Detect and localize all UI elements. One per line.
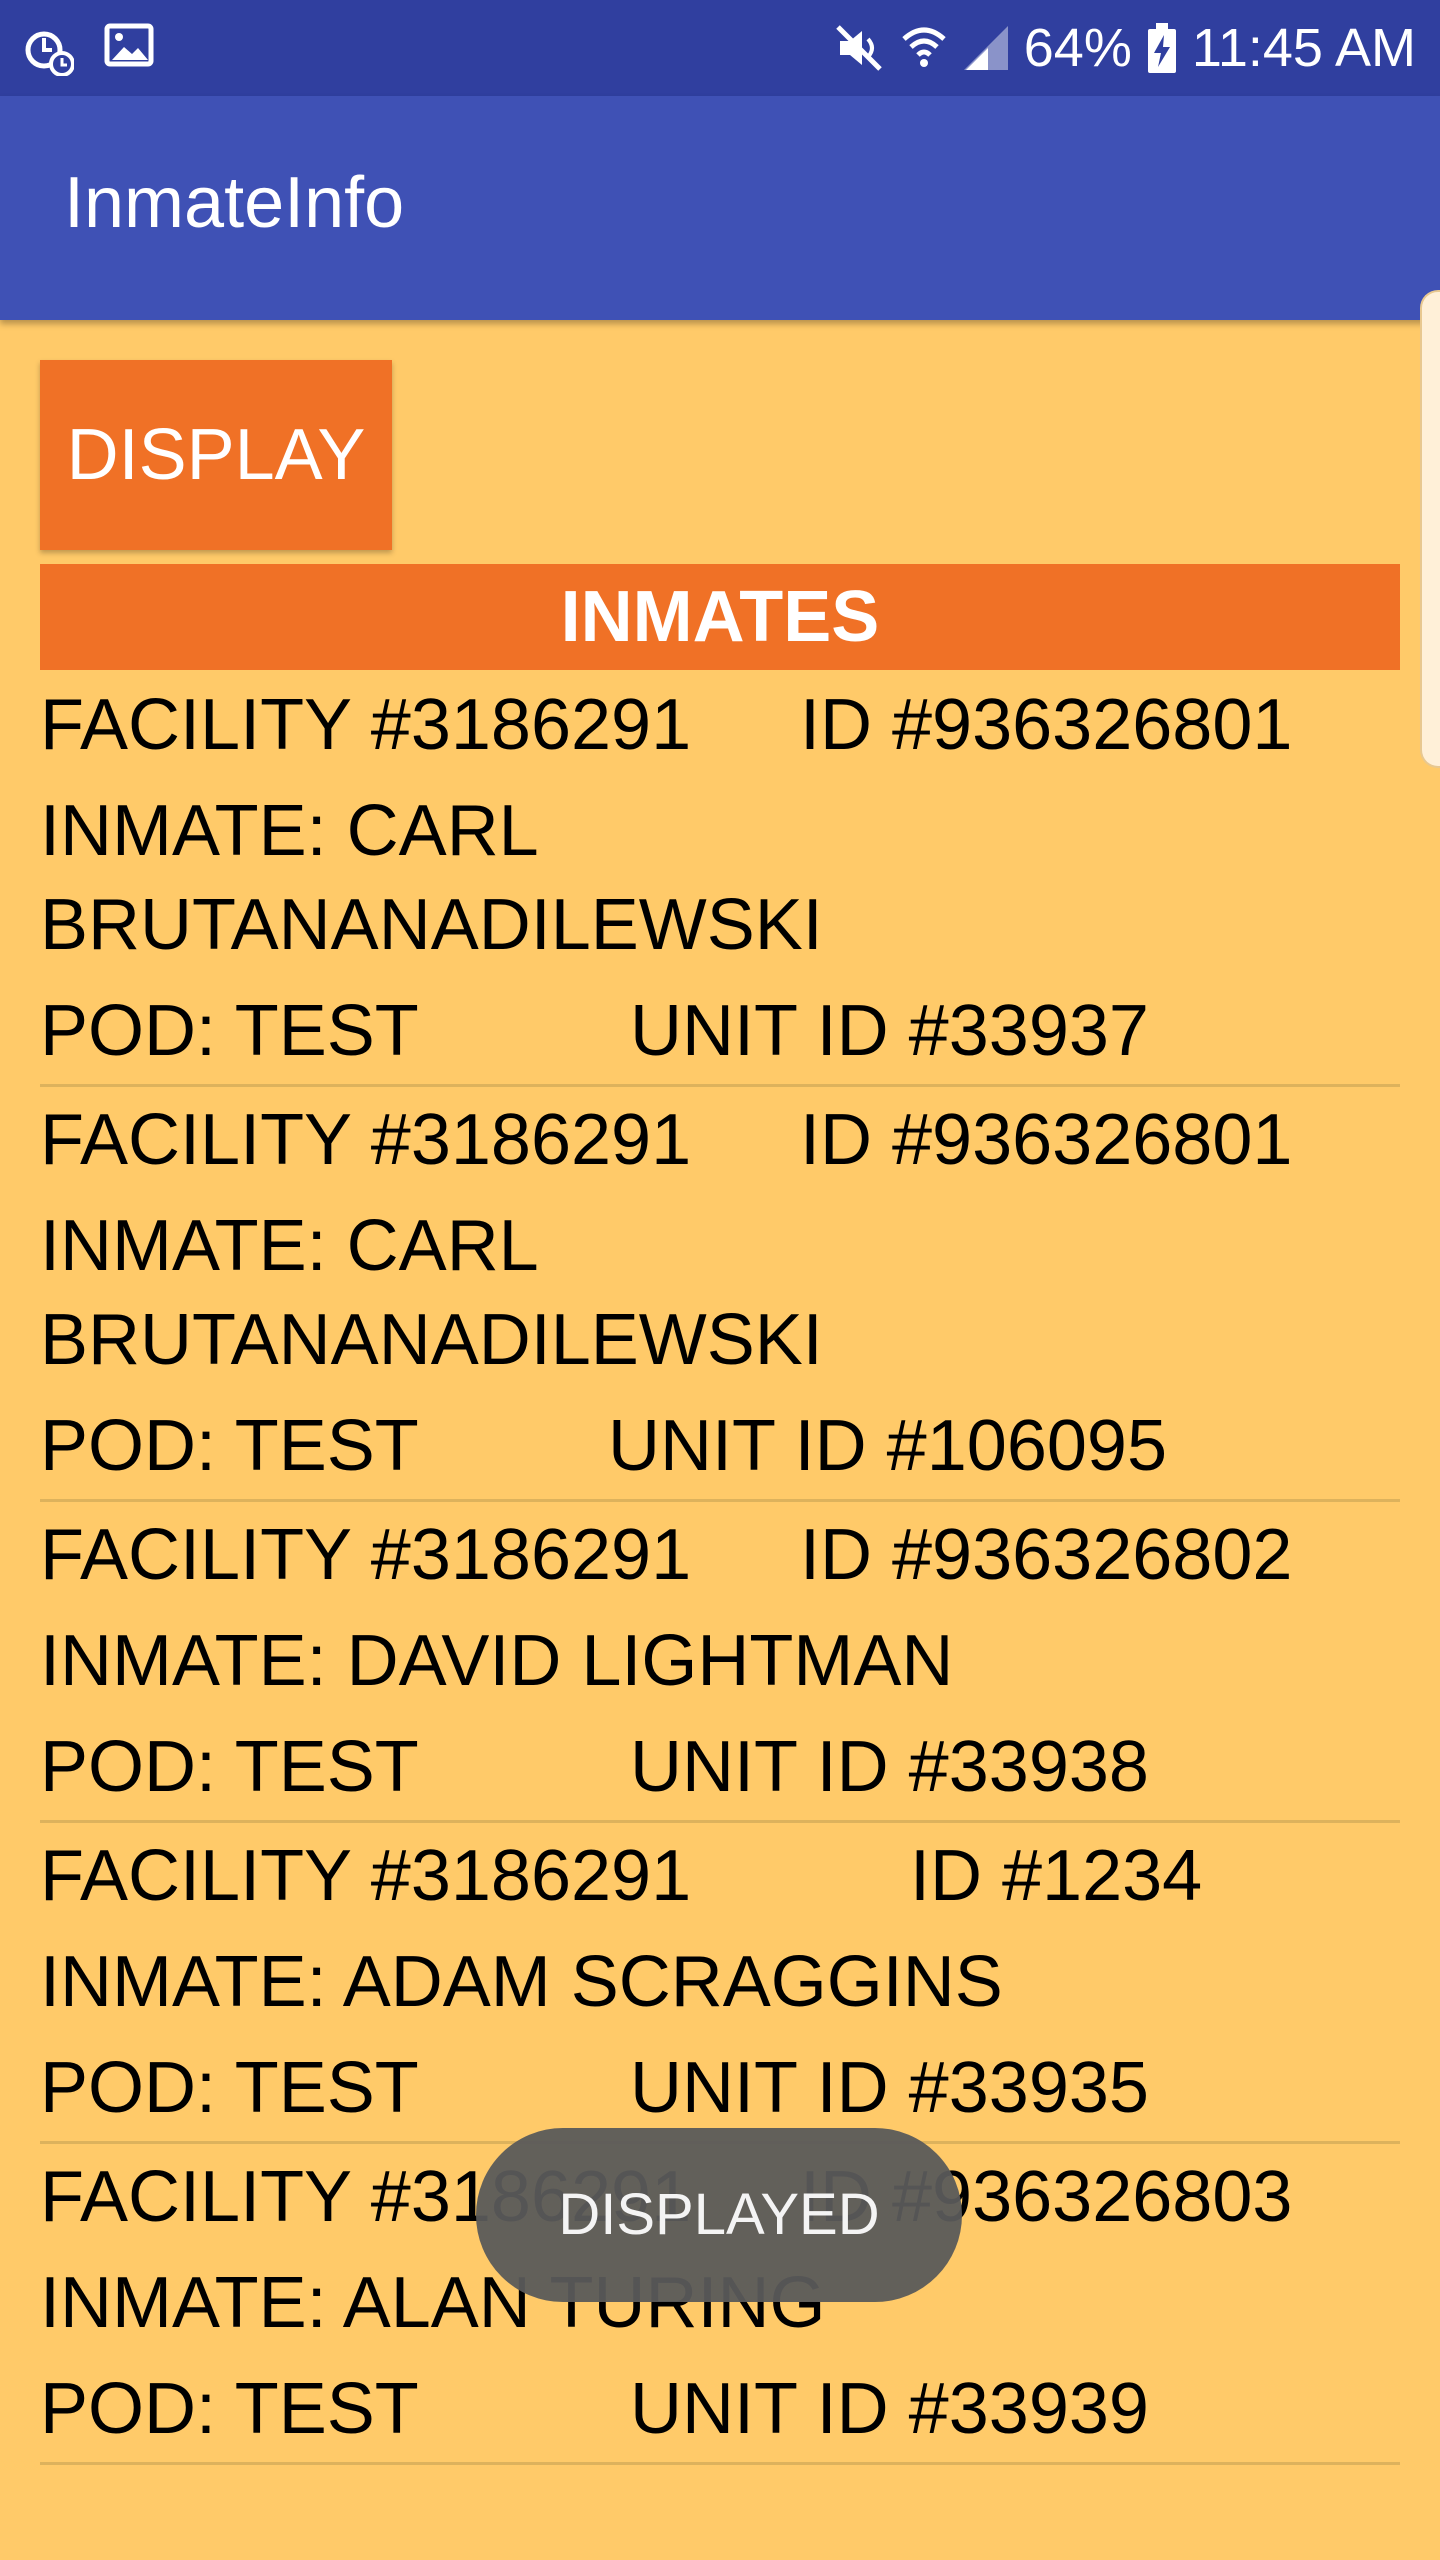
facility-row: FACILITY #3186291 ID #936326801 bbox=[40, 1087, 1400, 1193]
pod: POD: TEST bbox=[40, 1727, 419, 1807]
alarm-icon bbox=[24, 20, 74, 76]
facility-number: FACILITY #3186291 bbox=[40, 1836, 692, 1916]
unit-id: UNIT ID #33939 bbox=[630, 2369, 1149, 2449]
unit-id: UNIT ID #33935 bbox=[630, 2048, 1149, 2128]
status-bar: 64% 11:45 AM bbox=[0, 0, 1440, 96]
list-item[interactable]: FACILITY #3186291 ID #936326802 INMATE: … bbox=[40, 1502, 1400, 1823]
scroll-indicator[interactable] bbox=[1420, 290, 1440, 768]
unit-id: UNIT ID #33937 bbox=[630, 991, 1149, 1071]
app-title: InmateInfo bbox=[64, 163, 405, 243]
facility-row: FACILITY #3186291 ID #1234 bbox=[40, 1823, 1400, 1929]
image-icon bbox=[104, 20, 154, 76]
facility-number: FACILITY #3186291 bbox=[40, 1100, 692, 1180]
inmate-id: ID #1234 bbox=[910, 1836, 1203, 1916]
inmate-id: ID #936326801 bbox=[800, 685, 1293, 765]
status-left-icons bbox=[24, 20, 154, 76]
pod: POD: TEST bbox=[40, 991, 419, 1071]
inmate-name: INMATE: CARL BRUTANANADILEWSKI bbox=[40, 791, 823, 965]
pod: POD: TEST bbox=[40, 2048, 419, 2128]
facility-number: FACILITY #3186291 bbox=[40, 1515, 692, 1595]
display-button[interactable]: DISPLAY bbox=[40, 360, 392, 550]
wifi-icon bbox=[900, 21, 948, 75]
pod-row: POD: TEST UNIT ID #106095 bbox=[40, 1393, 1400, 1499]
list-item[interactable]: FACILITY #3186291 ID #936326801 INMATE: … bbox=[40, 672, 1400, 1087]
inmate-id: ID #936326802 bbox=[800, 1515, 1293, 1595]
unit-id: UNIT ID #106095 bbox=[608, 1406, 1167, 1486]
inmate-id: ID #936326801 bbox=[800, 1100, 1293, 1180]
status-right-icons: 64% 11:45 AM bbox=[832, 10, 1416, 86]
battery-percent: 64% bbox=[1023, 18, 1132, 78]
facility-row: FACILITY #3186291 ID #936326801 bbox=[40, 672, 1400, 778]
signal-icon bbox=[962, 24, 1010, 72]
inmate-name: INMATE: DAVID LIGHTMAN bbox=[40, 1621, 954, 1701]
pod-row: POD: TEST UNIT ID #33935 bbox=[40, 2035, 1400, 2141]
list-item[interactable]: FACILITY #3186291 ID #1234 INMATE: ADAM … bbox=[40, 1823, 1400, 2144]
list-item[interactable]: FACILITY #3186291 ID #936326801 INMATE: … bbox=[40, 1087, 1400, 1502]
pod-row: POD: TEST UNIT ID #33937 bbox=[40, 978, 1400, 1084]
mute-icon bbox=[832, 21, 886, 75]
inmates-header: INMATES bbox=[40, 564, 1400, 670]
pod-row: POD: TEST UNIT ID #33938 bbox=[40, 1714, 1400, 1820]
facility-row: FACILITY #3186291 ID #936326802 bbox=[40, 1502, 1400, 1608]
toast-message: DISPLAYED bbox=[476, 2128, 962, 2302]
inmate-name: INMATE: CARL BRUTANANADILEWSKI bbox=[40, 1206, 823, 1380]
pod: POD: TEST bbox=[40, 1406, 419, 1486]
facility-number: FACILITY #3186291 bbox=[40, 685, 692, 765]
inmate-name: INMATE: ADAM SCRAGGINS bbox=[40, 1942, 1003, 2022]
unit-id: UNIT ID #33938 bbox=[630, 1727, 1149, 1807]
pod: POD: TEST bbox=[40, 2369, 419, 2449]
clock: 11:45 AM bbox=[1191, 18, 1416, 78]
app-bar: InmateInfo bbox=[0, 96, 1440, 320]
battery-icon bbox=[1146, 21, 1178, 75]
pod-row: POD: TEST UNIT ID #33939 bbox=[40, 2356, 1400, 2462]
